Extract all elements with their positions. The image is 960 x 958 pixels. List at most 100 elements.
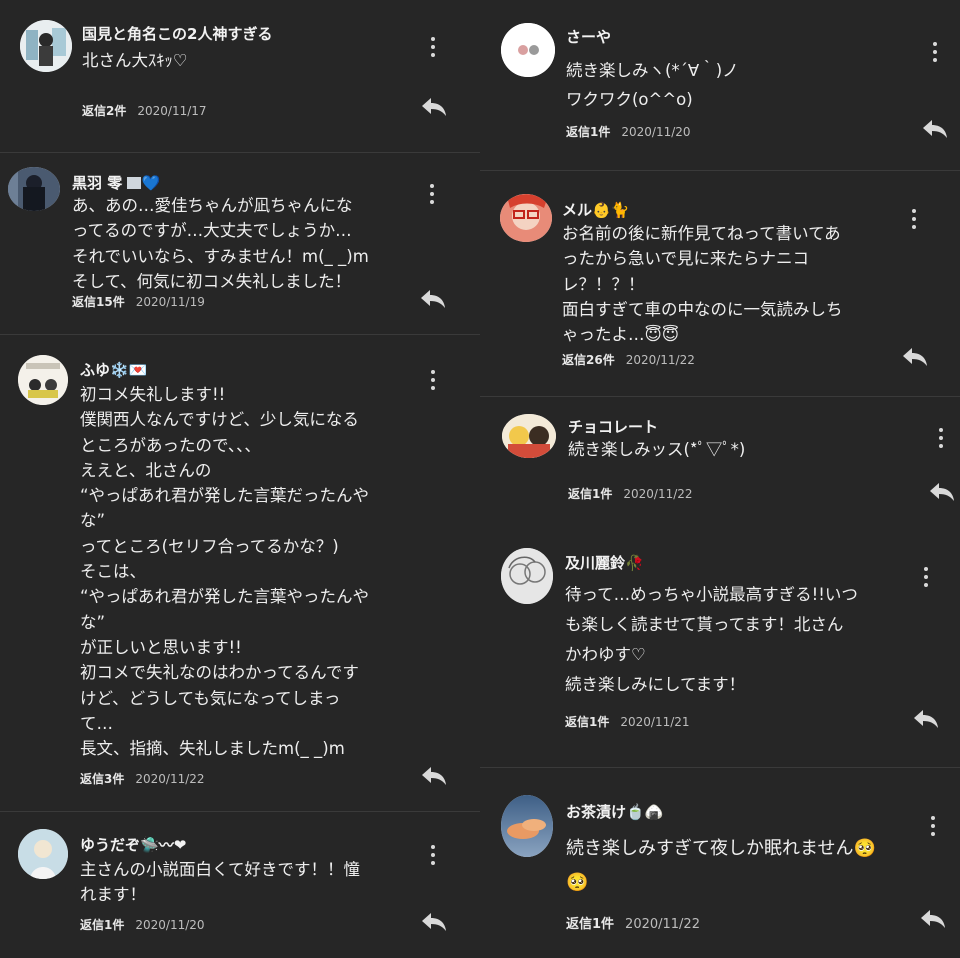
reply-count-link[interactable]: 返信1件 [80, 918, 124, 932]
comment-meta: 返信1件 2020/11/22 [568, 485, 693, 502]
reply-arrow-icon[interactable] [929, 482, 955, 502]
comment-body: 続き楽しみッス(*ﾟ▽ﾟ*) [568, 437, 745, 462]
user-avatar[interactable] [8, 167, 60, 211]
comment-item: 黒羽 零 💙 あ、あの…愛佳ちゃんが凪ちゃんにな ってるのですが…大丈夫でしょう… [0, 153, 480, 334]
reply-arrow-icon[interactable] [902, 347, 928, 367]
comment-author-text[interactable]: ゆうだぞ [80, 836, 140, 854]
user-avatar[interactable] [501, 795, 553, 857]
comment-author-text[interactable]: 黒羽 零 [72, 174, 122, 192]
comment-line: かわゆす♡ [565, 645, 646, 664]
comment-meta: 返信1件 2020/11/21 [565, 713, 690, 730]
name-emoji: 💙 [141, 174, 161, 192]
comment-item: 国見と角名この2人神すぎる 北さん大ｽｷｯ♡ 返信2件 2020/11/17 [0, 0, 480, 152]
comment-line: 初コメ失礼します!! [80, 385, 226, 404]
comment-line: 続き楽しみにしてます！ [565, 675, 746, 694]
comment-item: さーや 続き楽しみヽ(*´∀｀)ノ ワクワク(o^^o) 返信1件 2020/11… [480, 0, 960, 170]
comment-author[interactable]: 国見と角名この2人神すぎる [82, 23, 272, 44]
comment-column-left: 国見と角名この2人神すぎる 北さん大ｽｷｯ♡ 返信2件 2020/11/17 黒羽… [0, 0, 480, 958]
comment-meta: 返信2件 2020/11/17 [82, 102, 207, 119]
comment-author[interactable]: ふゆ❄️💌 [80, 359, 147, 380]
reply-arrow-icon[interactable] [420, 289, 446, 309]
more-options-icon[interactable] [426, 36, 440, 58]
reply-count-link[interactable]: 返信1件 [565, 715, 609, 729]
comment-author-text[interactable]: 及川麗鈴 [565, 554, 625, 572]
user-avatar[interactable] [502, 414, 556, 458]
reply-arrow-icon[interactable] [421, 766, 447, 786]
comment-line: ってるのですが…大丈夫でしょうか… [72, 221, 352, 241]
comment-item: ふゆ❄️💌 初コメ失礼します!! 僕関西人なんですけど、少し気になる ところがあ… [0, 335, 480, 811]
name-emoji: 🍵🍙 [626, 803, 664, 821]
name-emoji: 🛸〰❤ [140, 836, 187, 854]
comment-date: 2020/11/20 [135, 918, 205, 932]
reply-count-link[interactable]: 返信15件 [72, 295, 125, 309]
flag-icon [127, 177, 142, 189]
comment-line: あ、あの…愛佳ちゃんが凪ちゃんにな [72, 196, 353, 215]
comment-line: 僕関西人なんですけど、少し気になる [80, 410, 359, 430]
more-options-icon[interactable] [934, 427, 948, 449]
comment-line: レ？！？！ [562, 274, 645, 294]
reply-count-link[interactable]: 返信26件 [562, 353, 615, 367]
user-avatar[interactable] [18, 829, 68, 879]
reply-count-link[interactable]: 返信3件 [80, 772, 124, 786]
comment-date: 2020/11/20 [621, 125, 691, 139]
comment-author[interactable]: 及川麗鈴🥀 [565, 552, 644, 573]
comment-body: 北さん大ｽｷｯ♡ [82, 48, 188, 73]
comment-line: お名前の後に新作見てねって書いてあ [562, 224, 841, 243]
comment-author-text[interactable]: ふゆ [80, 361, 110, 379]
comment-line: “やっぱあれ君が発した言葉やったんや [80, 587, 370, 607]
comment-line: も楽しく読ませて貰ってます！北さん [565, 615, 844, 634]
user-avatar[interactable] [501, 548, 553, 604]
comment-line: 初コメで失礼なのはわかってるんです [80, 663, 359, 683]
comment-author[interactable]: 黒羽 零 💙 [72, 172, 160, 193]
comment-line: て… [80, 713, 113, 733]
more-options-icon[interactable] [907, 208, 921, 230]
reply-arrow-icon[interactable] [421, 97, 447, 117]
comment-author-text[interactable]: メル [562, 201, 592, 219]
user-avatar[interactable] [500, 194, 552, 242]
comment-meta: 返信1件 2020/11/22 [566, 913, 700, 932]
more-options-icon[interactable] [425, 183, 439, 205]
reply-arrow-icon[interactable] [920, 909, 946, 929]
more-options-icon[interactable] [926, 815, 940, 837]
comment-line: 待って…めっちゃ小説最高すぎる!!いつ [565, 585, 858, 604]
comment-line: ったから急いで見に来たらナニコ [562, 249, 810, 269]
reply-arrow-icon[interactable] [922, 119, 948, 139]
comment-author[interactable]: さーや [566, 26, 611, 47]
comment-line: が正しいと思います!! [80, 637, 242, 657]
reply-count-link[interactable]: 返信1件 [566, 917, 614, 932]
comment-item: ゆうだぞ🛸〰❤ 主さんの小説面白くて好きです！！憧 れます！ 返信1件 2020/… [0, 812, 480, 958]
comment-line: そこは、 [80, 562, 146, 582]
comment-body: 主さんの小説面白くて好きです！！憧 れます！ [80, 857, 360, 908]
comment-line: な” [80, 511, 106, 531]
more-options-icon[interactable] [919, 566, 933, 588]
reply-count-link[interactable]: 返信2件 [82, 104, 126, 118]
comment-line: ところがあったので、、、 [80, 435, 261, 455]
comment-author[interactable]: チョコレート [568, 416, 658, 437]
more-options-icon[interactable] [426, 369, 440, 391]
user-avatar[interactable] [20, 20, 72, 72]
comment-author[interactable]: メル👶🐈 [562, 199, 629, 220]
comment-meta: 返信1件 2020/11/20 [566, 123, 691, 140]
reply-arrow-icon[interactable] [913, 709, 939, 729]
name-emoji: 🥀 [625, 554, 644, 572]
comment-body: 続き楽しみヽ(*´∀｀)ノ ワクワク(o^^o) [566, 56, 739, 114]
comment-author[interactable]: ゆうだぞ🛸〰❤ [80, 834, 186, 855]
reply-count-link[interactable]: 返信1件 [568, 487, 612, 501]
comment-line: そして、何気に初コメ失礼しました！ [72, 271, 352, 291]
more-options-icon[interactable] [426, 844, 440, 866]
user-avatar[interactable] [18, 355, 68, 405]
comment-author[interactable]: お茶漬け🍵🍙 [566, 801, 663, 822]
comment-body: 待って…めっちゃ小説最高すぎる!!いつ も楽しく読ませて貰ってます！北さん かわ… [565, 580, 858, 700]
user-avatar[interactable] [501, 23, 555, 77]
comment-line: 面白すぎて車の中なのに一気読みしち [562, 299, 843, 319]
reply-count-link[interactable]: 返信1件 [566, 125, 610, 139]
reply-arrow-icon[interactable] [421, 912, 447, 932]
comment-date: 2020/11/22 [135, 772, 205, 786]
comment-author-text[interactable]: お茶漬け [566, 803, 626, 821]
more-options-icon[interactable] [928, 41, 942, 63]
comment-line: な” [80, 612, 106, 632]
comment-line: 北さん大ｽｷｯ♡ [82, 51, 188, 70]
comment-item: メル👶🐈 お名前の後に新作見てねって書いてあ ったから急いで見に来たらナニコ レ… [480, 171, 960, 396]
comment-date: 2020/11/19 [135, 295, 205, 309]
comment-line: ってところ(セリフ合ってるかな？) [80, 536, 339, 556]
